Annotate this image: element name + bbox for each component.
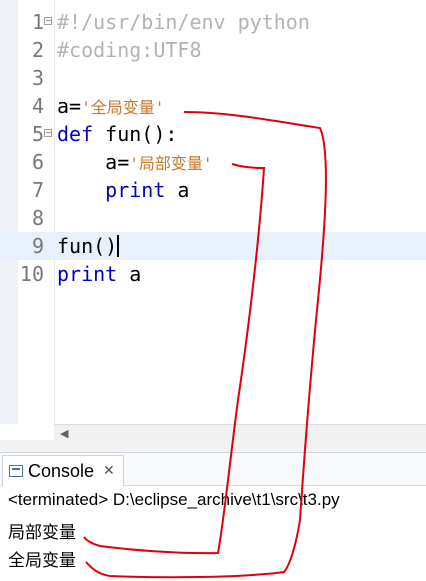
code-token: fun(): <box>93 122 178 146</box>
code-text: a='局部变量' <box>57 148 213 178</box>
code-line[interactable]: 8 <box>0 204 426 232</box>
line-number: 2 <box>31 38 44 62</box>
line-number: 7 <box>31 178 44 202</box>
line-number: 8 <box>31 206 44 230</box>
console-output-line: 全局变量 <box>8 551 76 570</box>
horizontal-scrollbar[interactable]: ◀ <box>54 424 426 441</box>
code-token: a= <box>57 150 130 174</box>
line-number: 6 <box>31 150 44 174</box>
line-number: 1 <box>31 10 44 34</box>
tab-console[interactable]: Console ✕ <box>2 455 124 486</box>
console-tab-label: Console <box>28 460 95 481</box>
console-status: <terminated> D:\eclipse_archive\t1\src\t… <box>8 490 340 509</box>
code-line[interactable]: 2 #coding:UTF8 <box>0 36 426 64</box>
string-token: '局部变量' <box>129 154 213 173</box>
fold-icon[interactable]: − <box>44 17 52 25</box>
keyword-token: def <box>57 122 94 146</box>
line-number: 4 <box>31 94 44 118</box>
code-line[interactable]: 10 print a <box>0 260 426 288</box>
code-text: print a <box>57 260 141 288</box>
comment-token: #!/usr/bin/env python <box>57 10 310 34</box>
code-line-current[interactable]: 9 fun() <box>0 232 426 260</box>
code-text: def fun(): <box>57 120 177 148</box>
line-number: 10 <box>19 262 44 286</box>
code-text: fun() <box>57 232 120 260</box>
code-line[interactable]: 7 print a <box>0 176 426 204</box>
code-token: a <box>117 262 142 286</box>
code-token: fun() <box>57 234 118 258</box>
panel-divider[interactable] <box>0 440 426 453</box>
line-number: 3 <box>31 66 44 90</box>
code-token: a <box>165 178 190 202</box>
keyword-token: print <box>105 178 166 202</box>
code-line[interactable]: 1 − #!/usr/bin/env python <box>0 8 426 36</box>
console-tabbar: Console ✕ <box>0 453 426 486</box>
code-line[interactable]: 3 <box>0 64 426 92</box>
code-line[interactable]: 5 − def fun(): <box>0 120 426 148</box>
code-text: print a <box>57 176 189 204</box>
console-output-line: 局部变量 <box>8 523 76 542</box>
code-text: #coding:UTF8 <box>57 36 202 64</box>
scroll-left-icon[interactable]: ◀ <box>60 427 68 440</box>
line-number: 5 <box>31 122 44 146</box>
text-caret <box>117 235 120 257</box>
code-editor[interactable]: 1 − #!/usr/bin/env python 2 #coding:UTF8… <box>0 0 426 424</box>
console-output[interactable]: <terminated> D:\eclipse_archive\t1\src\t… <box>0 486 426 581</box>
line-number: 9 <box>31 234 44 258</box>
keyword-token: print <box>57 262 118 286</box>
code-text: #!/usr/bin/env python <box>57 8 310 36</box>
close-icon[interactable]: ✕ <box>103 463 115 479</box>
comment-token: #coding:UTF8 <box>57 38 202 62</box>
fold-icon[interactable]: − <box>44 129 52 137</box>
code-line[interactable]: 4 a='全局变量' <box>0 92 426 120</box>
console-icon <box>9 465 23 477</box>
code-line[interactable]: 6 a='局部变量' <box>0 148 426 176</box>
string-token: '全局变量' <box>81 98 165 117</box>
code-token: a= <box>57 94 82 118</box>
code-text: a='全局变量' <box>57 92 164 122</box>
